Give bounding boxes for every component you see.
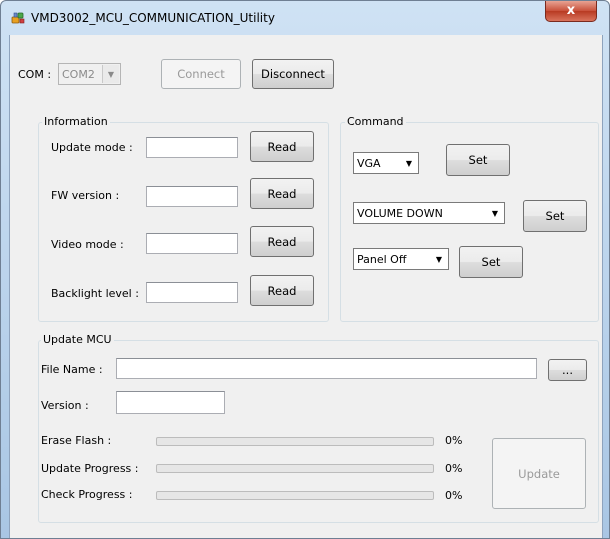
browse-button[interactable]: ... [548,359,587,381]
update-button[interactable]: Update [492,438,586,509]
read-fw-version-button[interactable]: Read [250,178,314,209]
erase-flash-percent: 0% [445,434,463,447]
disconnect-button-label: Disconnect [261,67,325,81]
check-progress-label: Check Progress : [41,488,133,501]
update-button-label: Update [518,466,560,481]
disconnect-button[interactable]: Disconnect [252,59,334,89]
com-port-select[interactable]: COM2 ▼ [58,63,121,85]
window-title: VMD3002_MCU_COMMUNICATION_Utility [31,11,275,25]
set-panel-power-button[interactable]: Set [459,246,523,278]
read-video-mode-button[interactable]: Read [250,226,314,257]
update-progress-label: Update Progress : [41,462,139,475]
com-label: COM : [18,68,52,81]
file-name-label: File Name : [41,363,103,376]
check-progress-bar [156,491,434,500]
set-button-label: Set [545,209,565,223]
video-mode-field[interactable] [146,233,238,254]
command-value: VOLUME DOWN [357,207,443,220]
close-button[interactable]: x [545,1,597,22]
update-mode-label: Update mode : [51,141,133,154]
close-icon: x [566,3,576,18]
set-command-button[interactable]: Set [523,200,587,232]
erase-flash-progress [156,437,434,446]
usb-plug-icon [11,12,25,24]
connect-button[interactable]: Connect [161,59,241,89]
chevron-down-icon: ▼ [405,158,413,168]
command-select[interactable]: VOLUME DOWN ▼ [353,202,505,224]
video-source-value: VGA [357,157,381,170]
panel-power-value: Panel Off [357,253,407,266]
com-port-value: COM2 [62,68,95,81]
check-progress-percent: 0% [445,489,463,502]
client-area: COM : COM2 ▼ Connect Disconnect Informat… [9,35,603,538]
set-button-label: Set [468,153,488,167]
read-button-label: Read [267,283,297,298]
version-label: Version : [41,399,89,412]
chevron-down-icon: ▼ [435,254,443,264]
browse-button-label: ... [562,363,573,377]
video-mode-label: Video mode : [51,238,124,251]
information-group-title: Information [42,115,110,128]
fw-version-field[interactable] [146,186,238,207]
set-video-source-button[interactable]: Set [446,144,510,176]
read-update-mode-button[interactable]: Read [250,131,314,162]
app-window: VMD3002_MCU_COMMUNICATION_Utility x COM … [0,0,610,539]
update-mcu-group-title: Update MCU [41,333,114,346]
video-source-select[interactable]: VGA ▼ [353,152,419,174]
version-field[interactable] [116,391,225,414]
read-button-label: Read [267,186,297,201]
file-name-field[interactable] [116,358,537,379]
connect-button-label: Connect [177,67,225,81]
backlight-level-label: Backlight level : [51,287,139,300]
read-button-label: Read [267,139,297,154]
update-mode-field[interactable] [146,137,238,158]
panel-power-select[interactable]: Panel Off ▼ [353,248,449,270]
fw-version-label: FW version : [51,189,120,202]
chevron-down-icon: ▼ [102,65,119,83]
update-progress-percent: 0% [445,462,463,475]
set-button-label: Set [481,255,501,269]
update-progress-bar [156,464,434,473]
command-group-title: Command [345,115,406,128]
read-backlight-level-button[interactable]: Read [250,275,314,306]
backlight-level-field[interactable] [146,282,238,303]
chevron-down-icon: ▼ [491,208,499,218]
title-bar[interactable]: VMD3002_MCU_COMMUNICATION_Utility x [1,1,609,35]
erase-flash-label: Erase Flash : [41,434,112,447]
read-button-label: Read [267,234,297,249]
